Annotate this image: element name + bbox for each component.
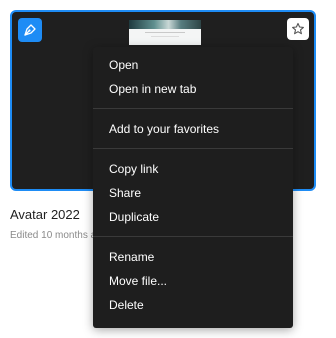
menu-item-move-file[interactable]: Move file... [93, 269, 293, 293]
menu-item-share[interactable]: Share [93, 181, 293, 205]
context-menu: Open Open in new tab Add to your favorit… [93, 47, 293, 328]
menu-item-delete[interactable]: Delete [93, 293, 293, 317]
file-name[interactable]: Avatar 2022 [10, 207, 80, 222]
menu-item-open-in-new-tab[interactable]: Open in new tab [93, 77, 293, 101]
menu-item-add-to-favorites[interactable]: Add to your favorites [93, 117, 293, 141]
star-icon [292, 22, 304, 35]
menu-divider [93, 108, 293, 109]
menu-divider [93, 148, 293, 149]
favorite-star-button[interactable] [287, 18, 309, 40]
menu-item-open[interactable]: Open [93, 53, 293, 77]
pen-tool-icon [18, 18, 42, 42]
file-browser-page: Avatar 2022 Edited 10 months ago Open Op… [0, 0, 336, 338]
file-thumbnail [129, 20, 201, 45]
menu-divider [93, 236, 293, 237]
menu-item-copy-link[interactable]: Copy link [93, 157, 293, 181]
menu-item-rename[interactable]: Rename [93, 245, 293, 269]
menu-item-duplicate[interactable]: Duplicate [93, 205, 293, 229]
